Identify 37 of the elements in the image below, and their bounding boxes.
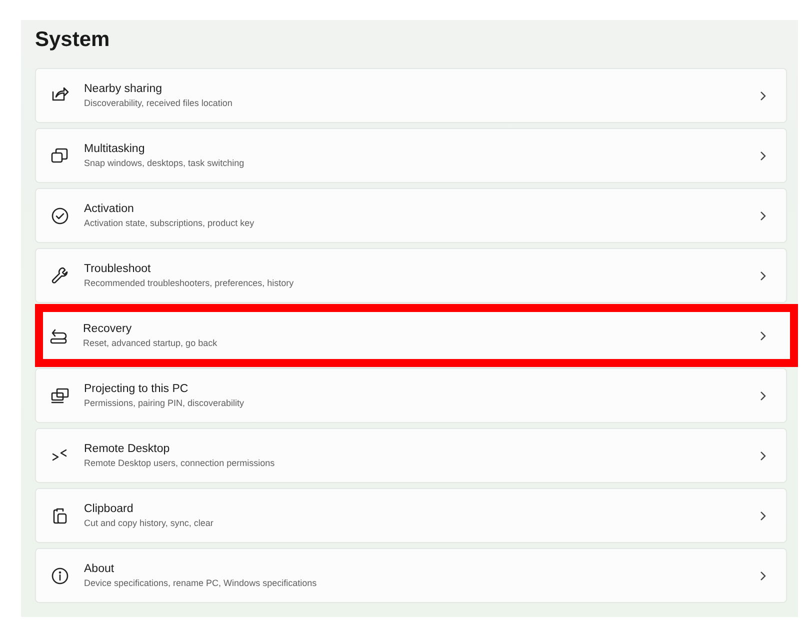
item-title: Projecting to this PC [84, 383, 190, 395]
settings-item[interactable]: About Device specifications, rename PC, Windows specifications [35, 548, 787, 603]
settings-item[interactable]: Multitasking Snap windows, desktops, task switching [35, 128, 787, 183]
item-description: Recommended troubleshooters, preferences, history [84, 278, 295, 288]
chevron-icon [758, 150, 768, 160]
chevron-icon [758, 90, 768, 100]
settings-item[interactable]: Clipboard Cut and copy history, sync, clear [35, 488, 787, 543]
item-description: Snap windows, desktops, task switching [84, 158, 246, 168]
chevron-icon [758, 210, 768, 220]
page-title: System [35, 28, 111, 53]
chevron-icon [758, 510, 768, 520]
chevron-icon [758, 570, 768, 580]
item-title: Clipboard [84, 503, 134, 515]
settings-item[interactable]: Projecting to this PC Permissions, pairing PIN, discoverability [35, 368, 787, 423]
settings-item[interactable]: Nearby sharing Discoverability, received files location [35, 68, 787, 123]
settings-item[interactable]: Troubleshoot Recommended troubleshooters, preferences, history [35, 248, 787, 303]
item-title: Remote Desktop [84, 443, 171, 455]
item-title: Multitasking [84, 143, 146, 155]
item-description: Reset, advanced startup, go back [83, 338, 218, 348]
item-description: Remote Desktop users, connection permissions [84, 458, 276, 468]
chevron-icon [758, 450, 768, 460]
chevron-icon [758, 390, 768, 400]
item-title: Activation [84, 203, 135, 215]
item-title: Recovery [83, 323, 133, 335]
item-title: Troubleshoot [84, 263, 152, 275]
item-title: Nearby sharing [84, 83, 163, 95]
item-title: About [84, 563, 116, 575]
item-description: Device specifications, rename PC, Windows specifications [84, 578, 318, 588]
settings-item[interactable]: Remote Desktop Remote Desktop users, connection permissions [35, 428, 787, 483]
item-description: Discoverability, received files location [84, 98, 234, 108]
chevron-icon [758, 330, 768, 340]
item-description: Cut and copy history, sync, clear [84, 518, 214, 528]
item-description: Permissions, pairing PIN, discoverability [84, 398, 246, 408]
chevron-icon [758, 270, 768, 280]
item-description: Activation state, subscriptions, product key [84, 218, 256, 228]
highlighted-settings-item[interactable]: Recovery Reset, advanced startup, go back [35, 304, 798, 367]
settings-item[interactable]: Activation Activation state, subscriptions, product key [35, 188, 787, 243]
